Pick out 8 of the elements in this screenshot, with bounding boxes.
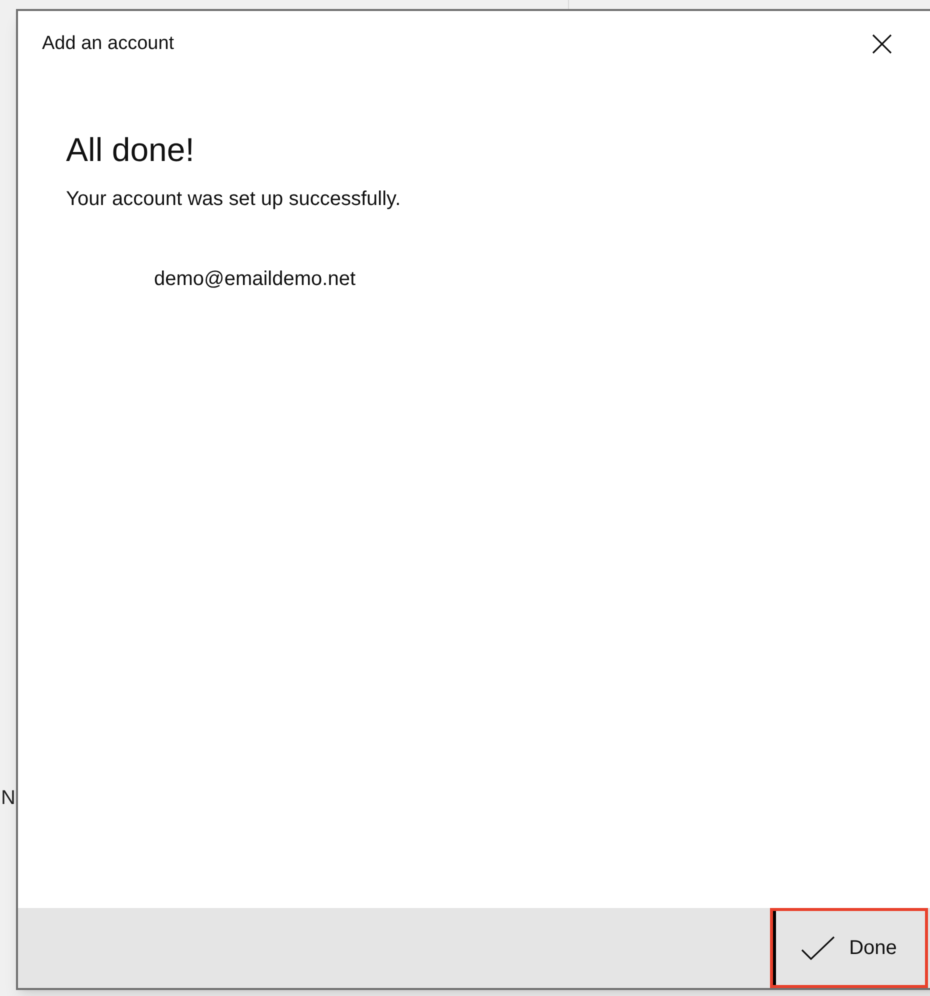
window-title: Add an account: [42, 32, 174, 56]
background-text: N: [1, 788, 16, 808]
account-email: demo@emaildemo.net: [154, 267, 357, 292]
done-button[interactable]: Done: [770, 908, 928, 988]
checkmark-icon: [801, 936, 836, 960]
close-icon: [872, 34, 892, 54]
heading: All done!: [66, 130, 196, 170]
message: Your account was set up successfully.: [66, 187, 402, 212]
